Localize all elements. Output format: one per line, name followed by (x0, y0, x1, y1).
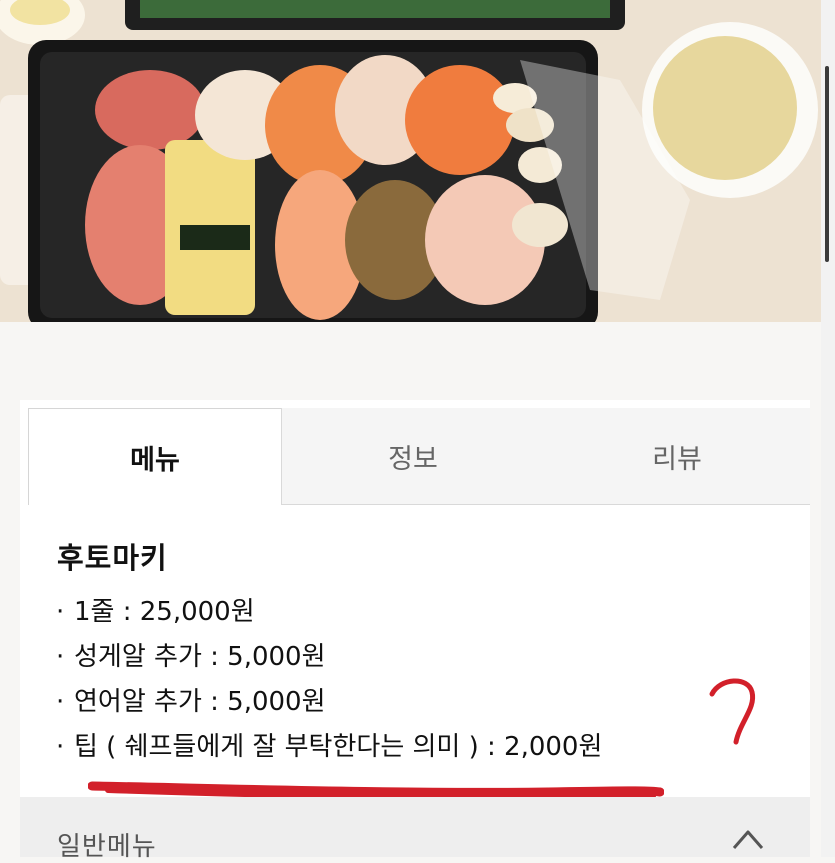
menu-item-text: 연어알 추가 : 5,000원 (74, 687, 326, 717)
tab-menu[interactable]: 메뉴 (28, 408, 282, 505)
chevron-up-icon[interactable] (730, 822, 766, 852)
tab-info[interactable]: 정보 (281, 408, 544, 505)
list-item: · 팁 ( 쉐프들에게 잘 부탁한다는 의미 ) : 2,000원 (56, 725, 602, 770)
menu-item-text: 성게알 추가 : 5,000원 (74, 642, 326, 672)
section-title: 후토마키 (57, 541, 168, 575)
food-photo (0, 0, 835, 322)
scrollbar-thumb[interactable] (825, 66, 829, 262)
bullet: · (56, 687, 65, 717)
menu-items-list: · 1줄 : 25,000원 · 성게알 추가 : 5,000원 · 연어알 추가 :… (56, 590, 602, 770)
menu-item-text: 팁 ( 쉐프들에게 잘 부탁한다는 의미 ) : 2,000원 (74, 732, 603, 762)
tab-review[interactable]: 리뷰 (544, 408, 810, 505)
list-item: · 성게알 추가 : 5,000원 (56, 635, 602, 680)
list-item: · 연어알 추가 : 5,000원 (56, 680, 602, 725)
menu-item-text: 1줄 : 25,000원 (74, 597, 255, 627)
menu-card: 메뉴 정보 리뷰 후토마키 · 1줄 : 25,000원 · 성게알 추가 : 5,… (20, 400, 810, 857)
bullet: · (56, 732, 65, 762)
bullet: · (56, 642, 65, 672)
list-item: · 1줄 : 25,000원 (56, 590, 602, 635)
bullet: · (56, 597, 65, 627)
tab-bar: 메뉴 정보 리뷰 (28, 408, 810, 505)
category-label: 일반메뉴 (57, 832, 157, 862)
